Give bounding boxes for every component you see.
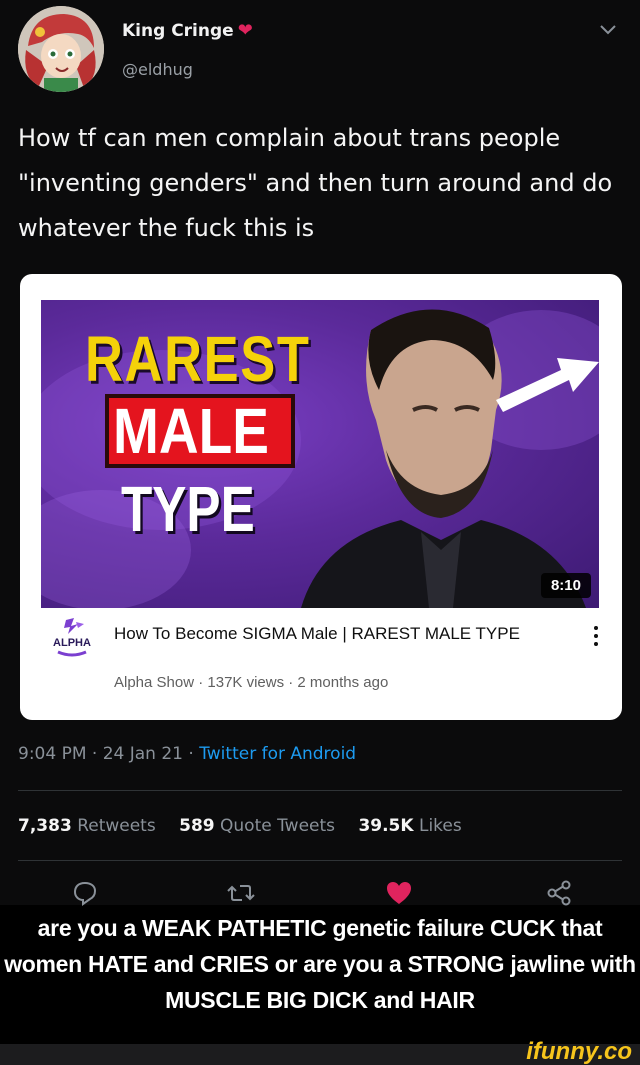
- tweet-timestamp: 9:04 PM · 24 Jan 21 · Twitter for Androi…: [18, 744, 356, 764]
- likes-label: Likes: [418, 816, 462, 836]
- retweets-stat[interactable]: 7,383 Retweets: [18, 816, 156, 836]
- heart-emoji-icon: ❤: [237, 20, 253, 41]
- more-options-icon[interactable]: [590, 624, 602, 648]
- divider: [18, 790, 622, 791]
- retweet-icon[interactable]: [226, 878, 256, 908]
- quotes-label: Quote Tweets: [220, 816, 336, 836]
- video-title[interactable]: How To Become SIGMA Male | RAREST MALE T…: [114, 622, 554, 646]
- ifunny-watermark: ifunny.co: [526, 1038, 632, 1065]
- video-meta: Alpha Show · 137K views · 2 months ago: [114, 674, 389, 691]
- chevron-down-icon[interactable]: [598, 22, 618, 38]
- video-duration-badge: 8:10: [540, 573, 591, 598]
- likes-stat[interactable]: 39.5K Likes: [358, 816, 461, 836]
- tweet-source-link[interactable]: Twitter for Android: [199, 744, 356, 764]
- divider: [18, 860, 622, 861]
- avatar[interactable]: [18, 6, 104, 92]
- thumbnail-text-rarest: RAREST: [85, 323, 311, 395]
- tweet-actions: [0, 878, 640, 908]
- retweets-label: Retweets: [77, 816, 156, 836]
- channel-logo-icon[interactable]: ALPHA: [44, 614, 100, 670]
- share-icon[interactable]: [544, 878, 574, 908]
- thumbnail-text-type: TYPE: [121, 473, 255, 545]
- quotes-count: 589: [179, 816, 215, 836]
- reply-icon[interactable]: [70, 878, 100, 908]
- tweet: King Cringe ❤ @eldhug How tf can men comp…: [0, 0, 640, 908]
- youtube-card[interactable]: RAREST MALE TYPE 8:10 ALPHA How To Becom…: [20, 274, 622, 720]
- user-handle[interactable]: @eldhug: [122, 60, 193, 79]
- video-thumbnail[interactable]: RAREST MALE TYPE 8:10: [41, 300, 599, 608]
- quotes-stat[interactable]: 589 Quote Tweets: [179, 816, 335, 836]
- meme-caption: are you a WEAK PATHETIC genetic failure …: [4, 915, 636, 1013]
- like-icon[interactable]: [384, 878, 414, 908]
- likes-count: 39.5K: [358, 816, 414, 836]
- thumbnail-text-male: MALE: [113, 395, 269, 467]
- tweet-text: How tf can men complain about trans peop…: [18, 124, 613, 242]
- display-name[interactable]: King Cringe ❤: [122, 20, 253, 41]
- timestamp-date[interactable]: 9:04 PM · 24 Jan 21 ·: [18, 744, 199, 764]
- channel-logo-text: ALPHA: [53, 637, 91, 649]
- retweets-count: 7,383: [18, 816, 72, 836]
- tweet-stats: 7,383 Retweets 589 Quote Tweets 39.5K Li…: [18, 816, 462, 836]
- display-name-text: King Cringe: [122, 21, 234, 41]
